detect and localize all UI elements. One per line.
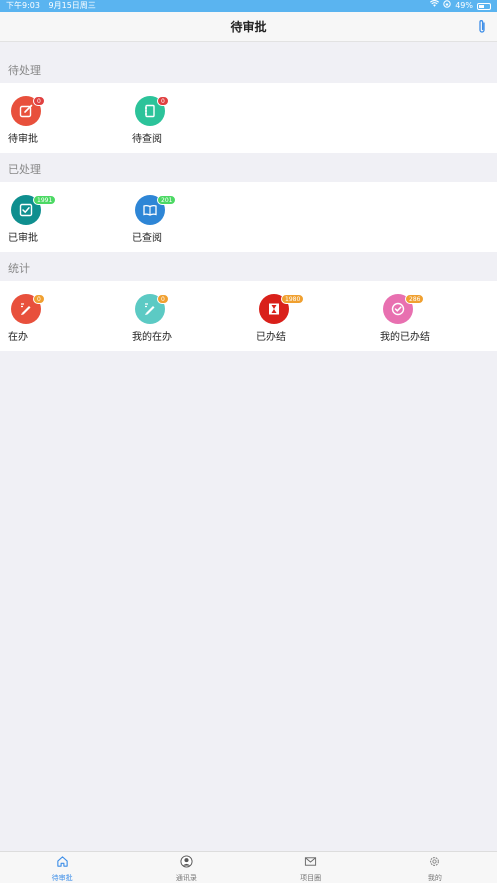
badge-in-progress: 0 (33, 294, 45, 304)
tile-my-completed[interactable]: 286 我的已办结 (380, 281, 460, 351)
label-pending-review: 待查阅 (132, 134, 162, 145)
tab-label: 项目圈 (300, 873, 322, 882)
tab-label: 我的 (427, 873, 442, 882)
tab-mine[interactable]: 我的 (373, 852, 497, 883)
tile-approved[interactable]: 1991 已审批 (8, 182, 88, 252)
badge-reviewed: 201 (157, 195, 177, 205)
badge-pending-approval: 0 (33, 96, 45, 106)
tile-completed[interactable]: 1980 已办结 (256, 281, 336, 351)
mail-icon (304, 853, 317, 872)
status-bar: 下午9:03 9月15日周三 49% (0, 0, 497, 12)
badge-my-completed: 286 (405, 294, 425, 304)
contact-icon (180, 853, 193, 872)
label-pending-approval: 待审批 (8, 134, 38, 145)
tab-contacts[interactable]: 通讯录 (124, 852, 248, 883)
wifi-icon (430, 0, 440, 12)
status-date: 9月15日周三 (48, 1, 96, 10)
label-my-in-progress: 我的在办 (132, 332, 172, 343)
gear-icon (428, 853, 441, 872)
panel-pending: 0 待审批 0 待查阅 (0, 83, 497, 153)
badge-completed: 1980 (281, 294, 305, 304)
tile-pending-review[interactable]: 0 待查阅 (132, 83, 212, 153)
status-time: 下午9:03 (6, 1, 40, 10)
badge-my-in-progress: 0 (157, 294, 169, 304)
label-my-completed: 我的已办结 (380, 332, 430, 343)
panel-processed: 1991 已审批 201 已查阅 (0, 182, 497, 252)
tab-label: 待审批 (51, 873, 73, 882)
tile-reviewed[interactable]: 201 已查阅 (132, 182, 212, 252)
badge-pending-review: 0 (157, 96, 169, 106)
nav-bar: 待审批 (0, 12, 497, 42)
battery-percent: 49% (455, 1, 473, 10)
section-title-processed: 已处理 (8, 163, 41, 176)
tile-my-in-progress[interactable]: 0 我的在办 (132, 281, 212, 351)
paperclip-icon[interactable] (477, 19, 487, 35)
tab-projects[interactable]: 项目圈 (249, 852, 373, 883)
tile-pending-approval[interactable]: 0 待审批 (8, 83, 88, 153)
section-title-pending: 待处理 (8, 64, 41, 77)
section-title-statistics: 统计 (8, 262, 30, 275)
label-in-progress: 在办 (8, 332, 28, 343)
battery-icon (477, 2, 491, 10)
tile-in-progress[interactable]: 0 在办 (8, 281, 88, 351)
label-completed: 已办结 (256, 332, 286, 343)
label-reviewed: 已查阅 (132, 233, 162, 244)
label-approved: 已审批 (8, 233, 38, 244)
panel-statistics: 0 在办 0 我的在办 1980 已办结 286 我的已办结 (0, 281, 497, 351)
tab-pending-approval[interactable]: 待审批 (0, 852, 124, 883)
home-icon (56, 853, 69, 872)
badge-approved: 1991 (33, 195, 57, 205)
tab-bar: 待审批 通讯录 项目圈 我的 (0, 851, 497, 883)
lock-rotation-icon (443, 0, 451, 12)
page-title: 待审批 (230, 20, 267, 34)
tab-label: 通讯录 (175, 873, 197, 882)
